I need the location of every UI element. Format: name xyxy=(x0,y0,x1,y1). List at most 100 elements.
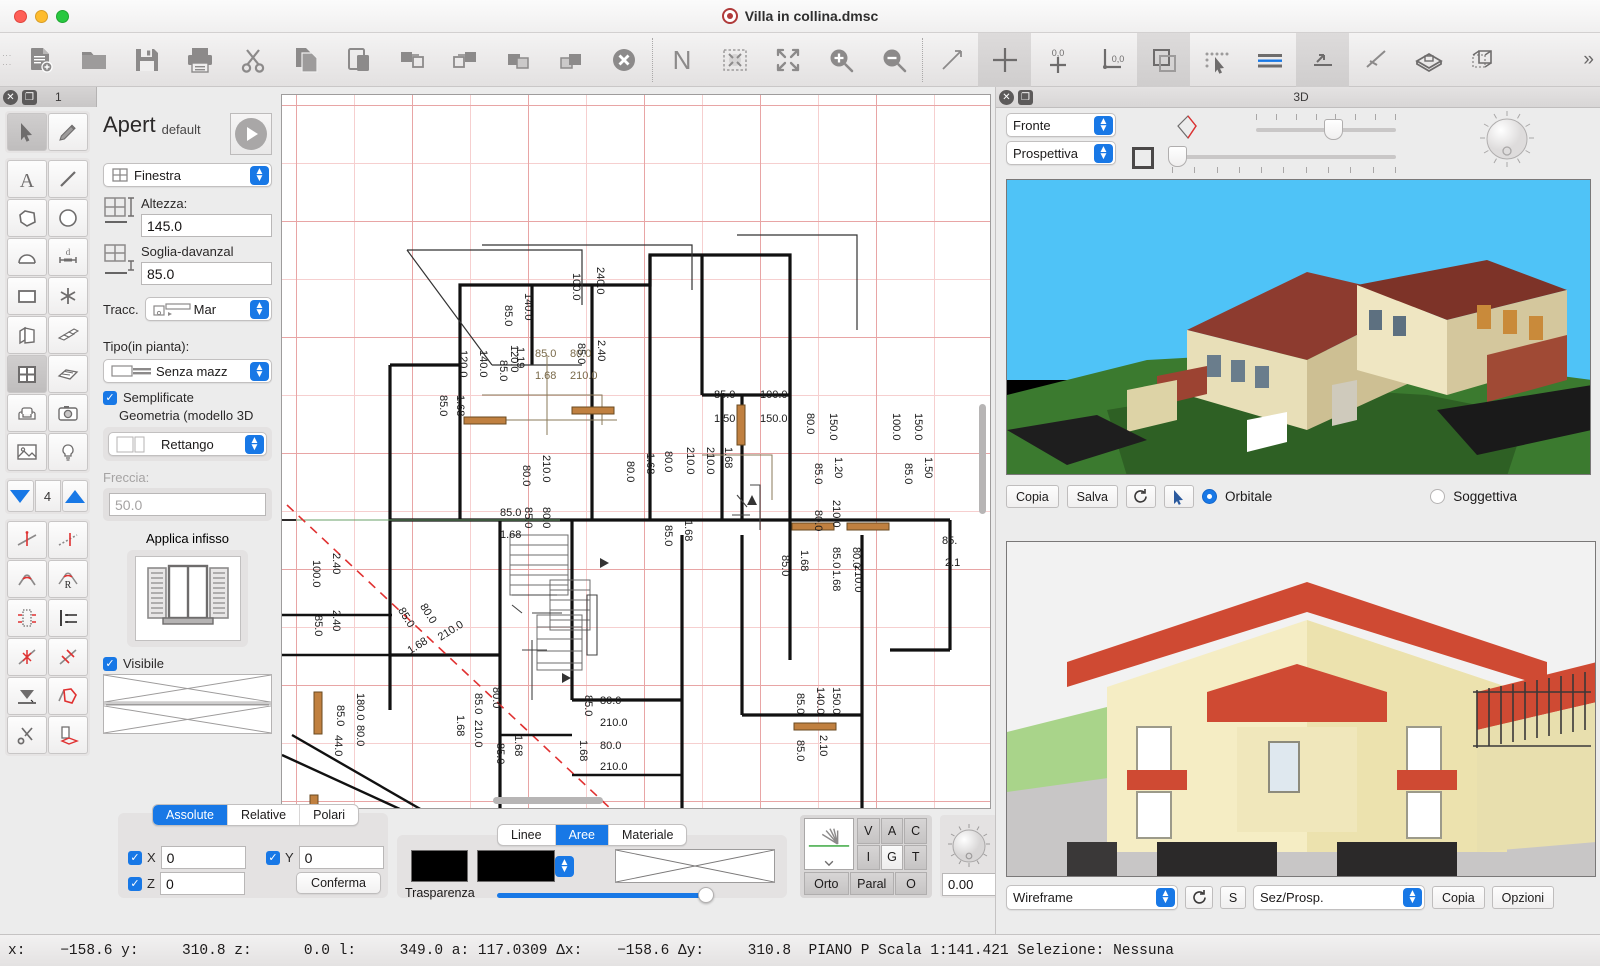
3d-render-view-bottom[interactable] xyxy=(1006,541,1596,877)
tool-camera[interactable] xyxy=(48,394,88,432)
plan-type-select[interactable]: Senza mazz ▲ ▼ xyxy=(103,359,272,383)
copy-button[interactable] xyxy=(279,33,332,87)
primary-color-swatch[interactable] xyxy=(411,850,468,882)
bring-forward-button[interactable] xyxy=(491,33,544,87)
view-cell-c[interactable]: C xyxy=(904,818,927,844)
ungroup-button[interactable] xyxy=(438,33,491,87)
level-up-button[interactable] xyxy=(61,480,88,512)
tool-line[interactable] xyxy=(48,160,88,198)
tool-intersect-delete[interactable] xyxy=(7,638,47,676)
tool-stairs[interactable] xyxy=(48,316,88,354)
chevron-updown-icon[interactable]: ▲ ▼ xyxy=(250,300,269,319)
open-button[interactable] xyxy=(67,33,120,87)
snap-perpendicular-button[interactable] xyxy=(1296,32,1349,87)
snap-points-button[interactable] xyxy=(1190,33,1243,87)
maximize-window-button[interactable] xyxy=(56,9,69,23)
tool-extend-line[interactable] xyxy=(48,521,88,559)
chevron-updown-icon[interactable]: ▲ ▼ xyxy=(250,362,269,381)
refresh-icon[interactable] xyxy=(1125,485,1156,508)
azimuth-slider[interactable] xyxy=(1168,146,1396,167)
tool-unfold[interactable] xyxy=(48,716,88,754)
paste-button[interactable] xyxy=(332,33,385,87)
save-button-3d-top[interactable]: Salva xyxy=(1066,485,1118,508)
cursor-button-3d[interactable] xyxy=(1163,485,1194,508)
geometry-shape-select[interactable]: Rettango ▲ ▼ xyxy=(108,432,267,456)
chevron-updown-icon[interactable]: ▲ ▼ xyxy=(1156,888,1175,907)
section-mode-select[interactable]: Sez/Prosp. ▲ ▼ xyxy=(1253,885,1425,910)
fit-all-button[interactable] xyxy=(761,33,814,87)
copy-button-3d-bottom[interactable]: Copia xyxy=(1432,886,1485,909)
s-button[interactable]: S xyxy=(1220,886,1246,909)
view-cell-i[interactable]: I xyxy=(857,844,880,870)
tool-furniture[interactable] xyxy=(7,394,47,432)
view-direction-select[interactable]: Fronte ▲ ▼ xyxy=(1006,113,1116,137)
close-window-button[interactable] xyxy=(14,9,27,23)
view-letter-grid[interactable]: V A C I G T xyxy=(857,818,927,870)
y-checkbox[interactable]: ✓ xyxy=(266,850,280,865)
new-document-button[interactable] xyxy=(14,33,67,87)
delete-button[interactable] xyxy=(597,33,650,87)
orbital-radio[interactable] xyxy=(1201,489,1217,504)
tool-light[interactable] xyxy=(48,433,88,471)
simplified-row[interactable]: ✓ Semplificate xyxy=(103,390,272,405)
height-input[interactable]: 145.0 xyxy=(141,214,272,237)
projection-select[interactable]: Prospettiva ▲ ▼ xyxy=(1006,141,1116,165)
tool-dimension[interactable]: d xyxy=(48,238,88,276)
opening-type-select[interactable]: Finestra ▲ ▼ xyxy=(103,163,272,187)
3d-render-view-top[interactable] xyxy=(1006,179,1591,475)
zoom-out-button[interactable] xyxy=(867,33,920,87)
view-cell-v[interactable]: V xyxy=(857,818,880,844)
close-icon[interactable]: ✕ xyxy=(3,89,18,105)
tab-materiale[interactable]: Materiale xyxy=(609,825,686,845)
projection-buttons[interactable]: Orto Paral O xyxy=(804,872,927,895)
z-input[interactable]: 0 xyxy=(159,872,245,895)
duplicate-icon[interactable]: ❐ xyxy=(22,89,37,105)
tool-select-arrow[interactable] xyxy=(7,113,47,151)
canvas-vertical-scrollbar[interactable] xyxy=(976,96,988,796)
elevation-slider[interactable] xyxy=(1256,119,1396,140)
tab-polari[interactable]: Polari xyxy=(300,805,358,825)
visible-row[interactable]: ✓ Visibile xyxy=(103,656,272,671)
tool-polygon[interactable] xyxy=(7,199,47,237)
tool-circle[interactable] xyxy=(48,199,88,237)
x-checkbox[interactable]: ✓ xyxy=(128,850,142,865)
save-button[interactable] xyxy=(120,33,173,87)
snap-layers-button[interactable] xyxy=(1137,32,1190,87)
print-button[interactable] xyxy=(173,33,226,87)
snap-grid-button[interactable] xyxy=(978,32,1031,87)
play-button[interactable] xyxy=(230,113,272,155)
y-input[interactable]: 0 xyxy=(298,846,384,869)
dial-value-input[interactable]: 0.00 xyxy=(942,873,996,896)
trace-select[interactable]: Mar ▲ ▼ xyxy=(144,297,272,321)
floor-plan-canvas[interactable]: 85.0 140.0 85.0 1.19 85.0 1.68 80.0 210.… xyxy=(281,94,991,809)
copy-button-3d-top[interactable]: Copia xyxy=(1006,485,1059,508)
view-cell-t[interactable]: T xyxy=(904,844,927,870)
tool-rectangle[interactable] xyxy=(7,277,47,315)
z-checkbox[interactable]: ✓ xyxy=(128,876,142,891)
chevron-updown-icon[interactable]: ▲ ▼ xyxy=(1094,144,1113,163)
pattern-preview[interactable] xyxy=(615,849,775,883)
minimize-window-button[interactable] xyxy=(35,9,48,23)
other-projection-button[interactable]: O xyxy=(895,872,927,895)
snap-lines-button[interactable] xyxy=(1243,33,1296,87)
level-down-button[interactable] xyxy=(7,480,34,512)
arrow-input[interactable]: 50.0 xyxy=(109,493,266,516)
refresh-icon[interactable] xyxy=(1185,886,1213,909)
tool-fillet-radius[interactable]: R xyxy=(48,560,88,598)
tool-offset-both[interactable] xyxy=(7,599,47,637)
options-button-3d[interactable]: Opzioni xyxy=(1491,886,1555,909)
cut-button[interactable] xyxy=(226,33,279,87)
toolbar-overflow-button[interactable]: » xyxy=(1583,49,1594,71)
chevron-updown-icon[interactable]: ▲ ▼ xyxy=(555,856,574,877)
tool-fill[interactable] xyxy=(7,677,47,715)
tool-snap-star[interactable] xyxy=(48,277,88,315)
chevron-updown-icon[interactable]: ▲ ▼ xyxy=(1094,116,1113,135)
render-mode-select[interactable]: Wireframe ▲ ▼ xyxy=(1006,885,1178,910)
view-preview[interactable] xyxy=(804,818,854,870)
tool-arc[interactable] xyxy=(7,238,47,276)
tab-aree[interactable]: Aree xyxy=(555,825,609,845)
chevron-updown-icon[interactable]: ▲ ▼ xyxy=(245,435,264,454)
measure-button[interactable] xyxy=(925,33,978,87)
snap-axis-button[interactable]: 0,0 xyxy=(1084,33,1137,87)
tool-window[interactable] xyxy=(7,355,47,393)
